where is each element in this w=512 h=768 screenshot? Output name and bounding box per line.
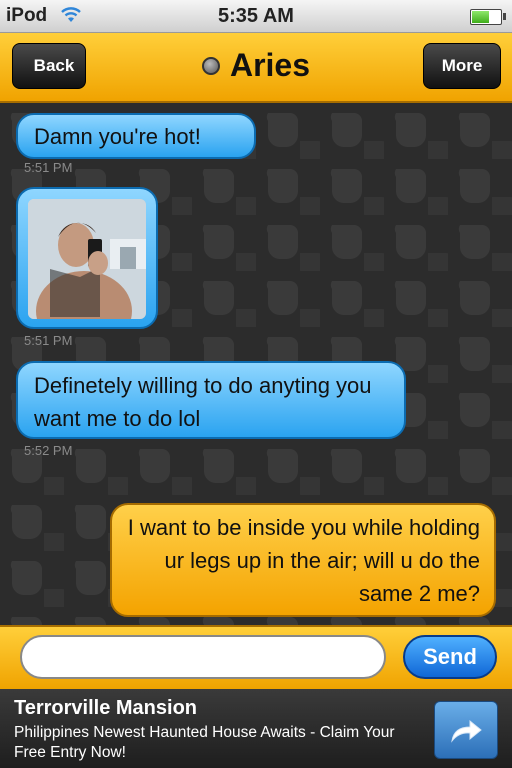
message-text: Definetely willing to do anyting you wan… xyxy=(34,373,372,431)
back-button-label: Back xyxy=(33,56,75,75)
composer-bar: Send xyxy=(0,625,512,689)
battery-icon xyxy=(470,9,506,25)
photo-thumbnail[interactable] xyxy=(28,199,146,319)
ad-banner[interactable]: Terrorville Mansion Philippines Newest H… xyxy=(0,689,512,768)
share-arrow-icon[interactable] xyxy=(434,701,498,759)
send-button-label: Send xyxy=(423,644,477,669)
navigation-bar: Back Aries More xyxy=(0,33,512,103)
message-timestamp: 5:51 PM xyxy=(24,160,73,175)
message-bubble-incoming[interactable]: Damn you're hot! xyxy=(16,113,256,159)
photo-message-bubble[interactable] xyxy=(16,187,158,329)
message-bubble-incoming[interactable]: Definetely willing to do anyting you wan… xyxy=(16,361,406,439)
status-dot-icon xyxy=(201,56,220,75)
message-text: I want to be inside you while holding ur… xyxy=(127,515,480,606)
message-input[interactable] xyxy=(20,635,386,679)
ad-text: Philippines Newest Haunted House Awaits … xyxy=(14,724,395,761)
contact-name: Aries xyxy=(229,47,311,83)
message-text: Damn you're hot! xyxy=(34,124,201,149)
more-button[interactable]: More xyxy=(423,43,501,89)
clock: 5:35 AM xyxy=(218,5,294,27)
ad-title: Terrorville Mansion xyxy=(14,697,198,719)
message-timestamp: 5:51 PM xyxy=(24,333,73,348)
photo-image xyxy=(28,199,146,319)
message-timestamp: 5:52 PM xyxy=(24,443,73,458)
status-bar: iPod 5:35 AM xyxy=(0,0,512,33)
message-bubble-outgoing[interactable]: I want to be inside you while holding ur… xyxy=(110,503,496,617)
more-button-label: More xyxy=(441,56,483,75)
message-list[interactable]: Damn you're hot! 5:51 PM 5:51 PM Definet… xyxy=(0,103,512,625)
send-button[interactable]: Send xyxy=(403,635,497,679)
